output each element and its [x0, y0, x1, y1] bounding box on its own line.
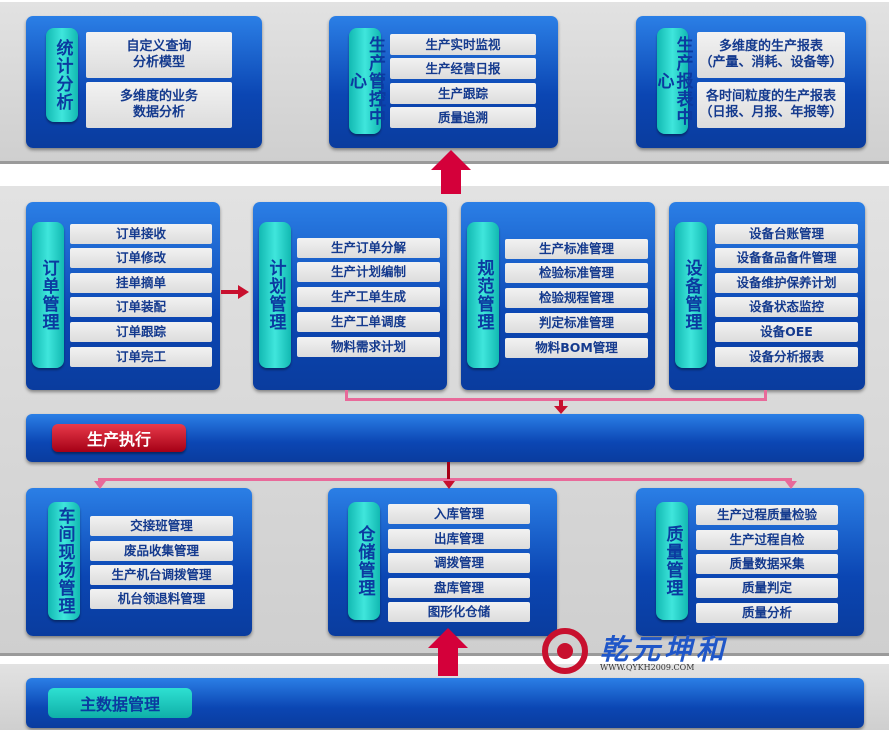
- logo-url: WWW.QYKH2009.COM: [600, 663, 695, 672]
- module-label[interactable]: 统计分析: [46, 28, 78, 122]
- module-label[interactable]: 规范管理: [467, 222, 499, 368]
- logo-name: 乾元坤和: [600, 633, 729, 666]
- module-item[interactable]: 生产经营日报: [390, 58, 536, 79]
- module-item[interactable]: 生产实时监视: [390, 34, 536, 55]
- module-item[interactable]: 出库管理: [388, 529, 530, 549]
- module-item[interactable]: 检验标准管理: [505, 263, 648, 283]
- module-label[interactable]: 计划管理: [259, 222, 291, 368]
- module-item[interactable]: 质量数据采集: [696, 554, 838, 574]
- module-label[interactable]: 生产报表中心: [654, 28, 693, 134]
- module-item[interactable]: 多维度的生产报表 （产量、消耗、设备等）: [697, 32, 845, 78]
- module-item[interactable]: 物料需求计划: [297, 337, 440, 357]
- module-label[interactable]: 设备管理: [675, 222, 707, 368]
- module-item[interactable]: 订单修改: [70, 248, 212, 268]
- module-item[interactable]: 生产订单分解: [297, 238, 440, 258]
- module-item[interactable]: 物料BOM管理: [505, 338, 648, 358]
- module-item[interactable]: 废品收集管理: [90, 541, 233, 561]
- module-item[interactable]: 挂单摘单: [70, 273, 212, 293]
- module-label[interactable]: 车间现场管理: [48, 502, 80, 620]
- module-item[interactable]: 生产跟踪: [390, 83, 536, 104]
- module-item[interactable]: 订单完工: [70, 347, 212, 367]
- module-item[interactable]: 生产机台调拨管理: [90, 565, 233, 585]
- module-label[interactable]: 质量管理: [656, 502, 688, 620]
- module-item[interactable]: 质量追溯: [390, 107, 536, 128]
- module-item[interactable]: 生产过程自检: [696, 530, 838, 550]
- module-item[interactable]: 设备OEE: [715, 322, 858, 342]
- module-item[interactable]: 调拨管理: [388, 553, 530, 573]
- arrow-down-icon: [785, 481, 797, 489]
- module-item[interactable]: 质量判定: [696, 578, 838, 598]
- module-item[interactable]: 设备状态监控: [715, 297, 858, 317]
- arrow-down-icon: [94, 481, 106, 489]
- arrow-down-icon: [443, 481, 455, 489]
- module-item[interactable]: 设备台账管理: [715, 224, 858, 244]
- module-item[interactable]: 订单接收: [70, 224, 212, 244]
- module-label[interactable]: 仓储管理: [348, 502, 380, 620]
- module-item[interactable]: 生产工单生成: [297, 287, 440, 307]
- arrow-up-icon: [431, 150, 471, 194]
- module-item[interactable]: 入库管理: [388, 504, 530, 524]
- module-item[interactable]: 生产标准管理: [505, 239, 648, 259]
- module-item[interactable]: 生产计划编制: [297, 262, 440, 282]
- module-item[interactable]: 订单装配: [70, 297, 212, 317]
- module-item[interactable]: 交接班管理: [90, 516, 233, 536]
- module-item[interactable]: 设备分析报表: [715, 347, 858, 367]
- company-logo: 乾元坤和 WWW.QYKH2009.COM: [540, 626, 740, 676]
- module-item[interactable]: 设备维护保养计划: [715, 273, 858, 293]
- module-item[interactable]: 生产工单调度: [297, 312, 440, 332]
- module-item[interactable]: 自定义查询 分析模型: [86, 32, 232, 78]
- module-item[interactable]: 检验规程管理: [505, 288, 648, 308]
- arrow-down-icon: [554, 400, 568, 414]
- arrow-up-icon: [428, 628, 468, 676]
- arrow-right-icon: [221, 285, 249, 299]
- module-item[interactable]: 盘库管理: [388, 578, 530, 598]
- dragon-seal-icon: [542, 628, 588, 674]
- connector-line: [447, 462, 450, 479]
- module-item[interactable]: 生产过程质量检验: [696, 505, 838, 525]
- module-label[interactable]: 订单管理: [32, 222, 64, 368]
- module-item[interactable]: 各时间粒度的生产报表 （日报、月报、年报等）: [697, 82, 845, 128]
- module-item[interactable]: 图形化仓储: [388, 602, 530, 622]
- module-label[interactable]: 生产管控中心: [346, 28, 385, 134]
- module-item[interactable]: 判定标准管理: [505, 313, 648, 333]
- module-item[interactable]: 质量分析: [696, 603, 838, 623]
- execution-label[interactable]: 生产执行: [52, 424, 186, 452]
- master-data-label[interactable]: 主数据管理: [48, 688, 192, 718]
- module-item[interactable]: 机台领退料管理: [90, 589, 233, 609]
- module-item[interactable]: 多维度的业务 数据分析: [86, 82, 232, 128]
- module-item[interactable]: 设备备品备件管理: [715, 248, 858, 268]
- module-item[interactable]: 订单跟踪: [70, 322, 212, 342]
